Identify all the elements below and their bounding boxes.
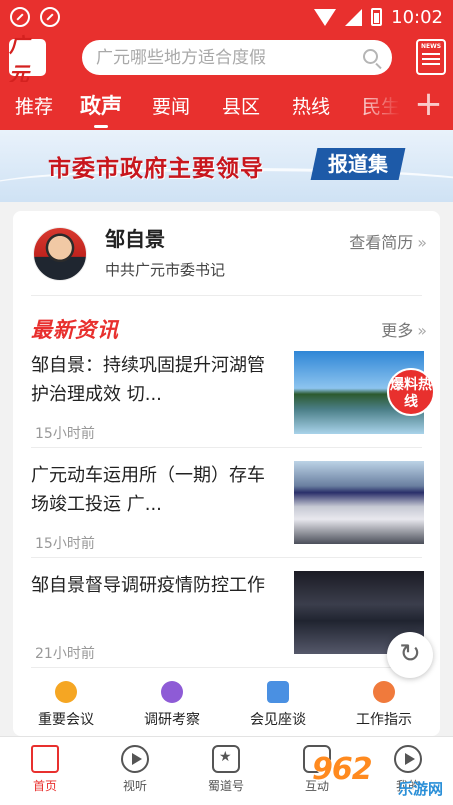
- leader-name: 邹自景: [105, 227, 165, 251]
- site-watermark: 962 乐游网: [312, 752, 448, 798]
- quick-link-meetings[interactable]: 重要会议: [13, 673, 119, 729]
- news-thumbnail: [294, 461, 424, 544]
- leaders-banner[interactable]: 市委市政府主要领导 报道集: [0, 130, 453, 202]
- search-input[interactable]: [96, 40, 356, 75]
- tab-hotline[interactable]: 热线: [292, 92, 330, 119]
- divider: [31, 295, 422, 296]
- home-icon: [31, 745, 59, 773]
- tab-counties[interactable]: 县区: [222, 92, 260, 119]
- nav-label: 视听: [122, 779, 147, 793]
- nav-label: 蜀道号: [207, 779, 244, 793]
- signal-icon: [345, 8, 363, 26]
- logo-text: 广元: [9, 32, 29, 86]
- banner-badge: 报道集: [310, 148, 406, 180]
- channel-tabs: 推荐 政声 要闻 县区 热线 民生 +: [0, 82, 453, 130]
- view-resume-label: 查看简历: [349, 233, 414, 252]
- star-badge-icon: [212, 745, 240, 773]
- sync-icon: [40, 7, 60, 27]
- watermark-subtext: 乐游网: [398, 780, 444, 798]
- notification-icons: [10, 7, 60, 27]
- divider: [31, 557, 422, 558]
- app-logo[interactable]: 广元: [9, 33, 46, 86]
- news-icon-label: NEWS: [420, 43, 442, 50]
- group-icon: [373, 681, 395, 703]
- section-heading: 最新资讯: [31, 317, 119, 342]
- quick-link-inspections[interactable]: 调研考察: [119, 673, 225, 729]
- quick-link-label: 工作指示: [356, 712, 412, 728]
- more-link[interactable]: 更多 ››: [381, 317, 427, 341]
- document-search-icon: [267, 681, 289, 703]
- tab-politics[interactable]: 政声: [80, 90, 122, 128]
- nav-label: 首页: [32, 779, 57, 793]
- nav-media[interactable]: 视听: [90, 745, 180, 794]
- tab-headlines[interactable]: 要闻: [152, 92, 190, 119]
- news-button[interactable]: NEWS: [416, 39, 446, 75]
- news-title: 邹自景督导调研疫情防控工作: [31, 575, 265, 596]
- view-resume-link[interactable]: 查看简历 ››: [349, 229, 427, 253]
- divider: [31, 667, 422, 668]
- quick-link-label: 重要会议: [38, 712, 94, 728]
- sync-icon: [10, 7, 30, 27]
- nav-home[interactable]: 首页: [0, 745, 90, 794]
- quick-link-instructions[interactable]: 工作指示: [331, 673, 437, 729]
- quick-link-meet-talks[interactable]: 会见座谈: [225, 673, 331, 729]
- chevron-right-icon: ››: [417, 233, 427, 252]
- content-card: 邹自景 中共广元市委书记 查看简历 ›› 最新资讯 更多 ›› 邹自景：持续巩固提升…: [13, 211, 440, 736]
- clock: 10:02: [391, 6, 443, 28]
- search-icon[interactable]: [363, 49, 378, 64]
- nav-shudao[interactable]: 蜀道号: [181, 745, 271, 794]
- search-bar[interactable]: [82, 40, 392, 75]
- news-title: 广元动车运用所（一期）存车场竣工投运 广...: [31, 465, 265, 515]
- app-header: 广元 NEWS: [0, 33, 453, 86]
- news-item[interactable]: 邹自景：持续巩固提升河湖管护治理成效 切... 15小时前: [13, 351, 440, 459]
- microphone-icon: [55, 681, 77, 703]
- chevron-right-icon: ››: [417, 321, 427, 340]
- news-title: 邹自景：持续巩固提升河湖管护治理成效 切...: [31, 355, 265, 405]
- refresh-icon[interactable]: ↻: [387, 632, 433, 678]
- news-item[interactable]: 广元动车运用所（一期）存车场竣工投运 广... 15小时前: [13, 461, 440, 569]
- watermark-logo: 962: [312, 752, 373, 787]
- hotline-badge[interactable]: 爆料热线: [387, 368, 435, 416]
- leader-role: 中共广元市委书记: [105, 261, 226, 279]
- news-time: 15小时前: [35, 536, 95, 552]
- status-right: 10:02: [314, 7, 443, 28]
- avatar: [33, 227, 87, 281]
- tab-recommend[interactable]: 推荐: [15, 92, 53, 119]
- news-icon: [422, 53, 440, 55]
- status-bar: 10:02: [0, 0, 453, 34]
- more-label: 更多: [381, 321, 414, 340]
- quick-links: 重要会议 调研考察 会见座谈 工作指示: [13, 673, 440, 733]
- quick-link-label: 调研考察: [144, 712, 200, 728]
- news-icon-line: [422, 63, 440, 65]
- banner-title: 市委市政府主要领导: [48, 155, 264, 182]
- news-icon-line: [422, 58, 440, 60]
- news-time: 21小时前: [35, 646, 95, 662]
- news-item[interactable]: 邹自景督导调研疫情防控工作 21小时前: [13, 571, 440, 679]
- tab-fade: [352, 82, 400, 130]
- play-icon: [121, 745, 149, 773]
- news-time: 15小时前: [35, 426, 95, 442]
- leader-profile[interactable]: 邹自景 中共广元市委书记 查看简历 ››: [13, 211, 440, 293]
- banner-badge-text: 报道集: [328, 152, 388, 176]
- battery-icon: [371, 8, 383, 26]
- wifi-icon: [314, 8, 337, 26]
- person-icon: [161, 681, 183, 703]
- add-channel-icon[interactable]: +: [404, 82, 453, 130]
- divider: [31, 447, 422, 448]
- quick-link-label: 会见座谈: [250, 712, 306, 728]
